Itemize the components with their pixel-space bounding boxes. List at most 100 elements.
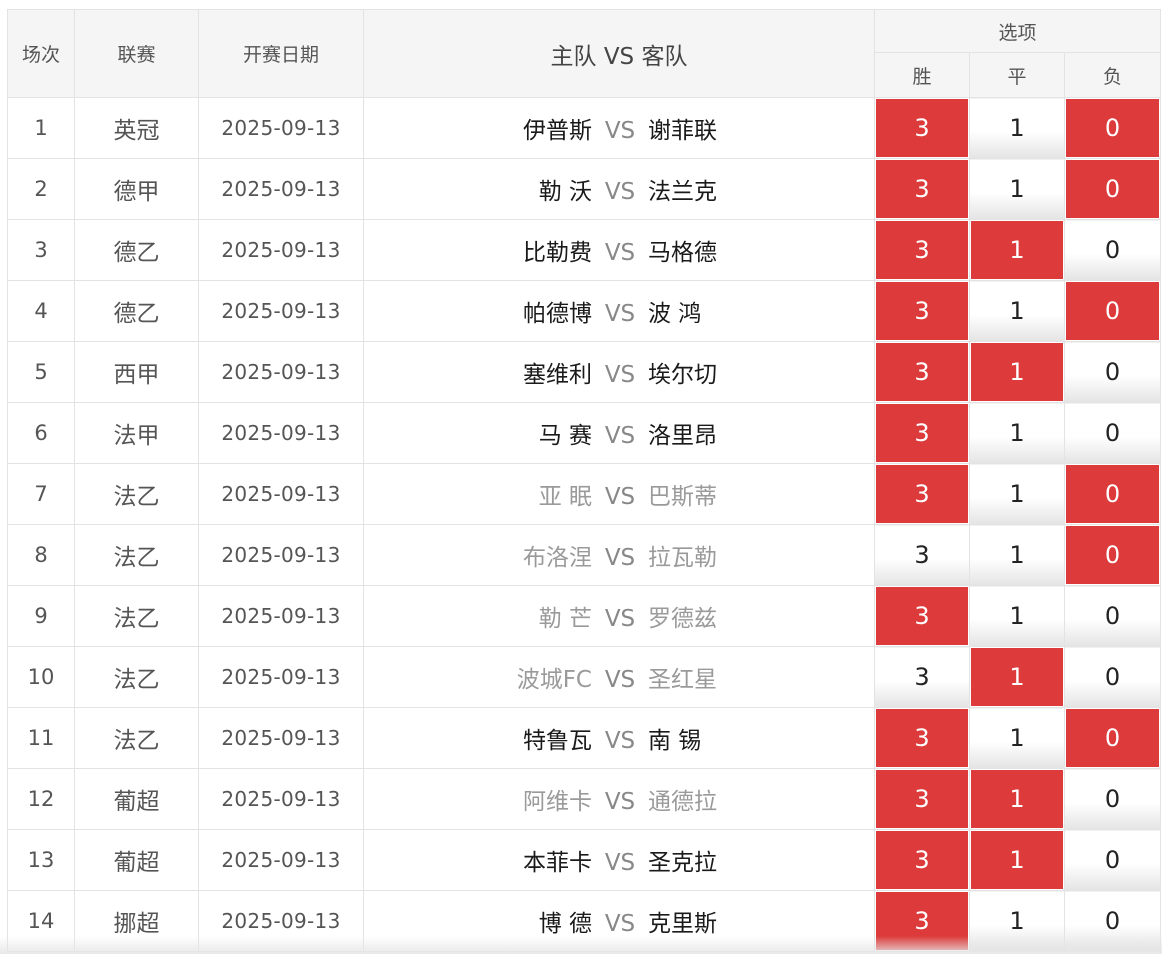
match-cell: 阿维卡 VS 通德拉 bbox=[363, 768, 875, 830]
vs-label: VS bbox=[604, 789, 636, 815]
option-win[interactable]: 3 bbox=[874, 341, 970, 403]
option-draw[interactable]: 1 bbox=[969, 280, 1065, 342]
away-team: 巴斯蒂 bbox=[648, 484, 717, 510]
match-date: 2025-09-13 bbox=[198, 646, 364, 708]
option-lose[interactable]: 0 bbox=[1063, 707, 1162, 769]
option-draw[interactable]: 1 bbox=[969, 829, 1065, 891]
option-win[interactable]: 3 bbox=[874, 97, 970, 159]
league-name: 法乙 bbox=[74, 646, 199, 708]
option-draw[interactable]: 1 bbox=[969, 341, 1065, 403]
option-draw[interactable]: 1 bbox=[969, 402, 1065, 464]
option-lose[interactable]: 0 bbox=[1063, 524, 1162, 586]
match-number: 9 bbox=[7, 585, 75, 647]
league-name: 葡超 bbox=[74, 829, 199, 891]
option-win[interactable]: 3 bbox=[874, 768, 970, 830]
option-lose[interactable]: 0 bbox=[1063, 646, 1162, 708]
option-draw[interactable]: 1 bbox=[969, 707, 1065, 769]
away-team: 洛里昂 bbox=[648, 423, 717, 449]
option-lose[interactable]: 0 bbox=[1063, 341, 1162, 403]
home-team: 阿维卡 bbox=[523, 789, 592, 815]
match-date: 2025-09-13 bbox=[198, 402, 364, 464]
vs-label: VS bbox=[604, 118, 636, 144]
option-win[interactable]: 3 bbox=[874, 890, 970, 952]
match-date: 2025-09-13 bbox=[198, 219, 364, 281]
away-team: 波 鸿 bbox=[648, 301, 702, 327]
header-win: 胜 bbox=[874, 52, 970, 98]
vs-label: VS bbox=[604, 179, 636, 205]
option-win[interactable]: 3 bbox=[874, 463, 970, 525]
option-lose[interactable]: 0 bbox=[1063, 97, 1162, 159]
home-team: 塞维利 bbox=[523, 362, 592, 388]
option-lose[interactable]: 0 bbox=[1063, 158, 1162, 220]
option-draw[interactable]: 1 bbox=[969, 158, 1065, 220]
match-cell: 伊普斯 VS 谢菲联 bbox=[363, 97, 875, 159]
vs-label: VS bbox=[604, 301, 636, 327]
away-team: 法兰克 bbox=[648, 179, 717, 205]
option-draw[interactable]: 1 bbox=[969, 585, 1065, 647]
away-team: 拉瓦勒 bbox=[648, 545, 717, 571]
option-lose[interactable]: 0 bbox=[1063, 829, 1162, 891]
league-name: 法乙 bbox=[74, 585, 199, 647]
table-body: 1 英冠 2025-09-13 伊普斯 VS 谢菲联 3 1 0 2 德甲 2025-09-13 勒 沃… bbox=[7, 97, 1162, 952]
option-lose[interactable]: 0 bbox=[1063, 585, 1162, 647]
option-draw[interactable]: 1 bbox=[969, 768, 1065, 830]
option-draw[interactable]: 1 bbox=[969, 890, 1065, 952]
match-date: 2025-09-13 bbox=[198, 890, 364, 952]
table-row: 8 法乙 2025-09-13 布洛涅 VS 拉瓦勒 3 1 0 bbox=[7, 524, 1162, 586]
option-win[interactable]: 3 bbox=[874, 158, 970, 220]
option-lose[interactable]: 0 bbox=[1063, 890, 1162, 952]
vs-label: VS bbox=[604, 606, 636, 632]
match-cell: 马 赛 VS 洛里昂 bbox=[363, 402, 875, 464]
table-row: 3 德乙 2025-09-13 比勒费 VS 马格德 3 1 0 bbox=[7, 219, 1162, 281]
match-date: 2025-09-13 bbox=[198, 585, 364, 647]
option-win[interactable]: 3 bbox=[874, 402, 970, 464]
table-row: 1 英冠 2025-09-13 伊普斯 VS 谢菲联 3 1 0 bbox=[7, 97, 1162, 159]
table-header: 场次 联赛 开赛日期 主队 VS 客队 选项 胜 平 负 bbox=[7, 9, 1162, 98]
match-date: 2025-09-13 bbox=[198, 463, 364, 525]
option-lose[interactable]: 0 bbox=[1063, 280, 1162, 342]
away-team: 罗德兹 bbox=[648, 606, 717, 632]
option-lose[interactable]: 0 bbox=[1063, 402, 1162, 464]
match-date: 2025-09-13 bbox=[198, 707, 364, 769]
option-win[interactable]: 3 bbox=[874, 585, 970, 647]
match-number: 2 bbox=[7, 158, 75, 220]
vs-label: VS bbox=[604, 728, 636, 754]
option-draw[interactable]: 1 bbox=[969, 463, 1065, 525]
option-win[interactable]: 3 bbox=[874, 829, 970, 891]
option-draw[interactable]: 1 bbox=[969, 646, 1065, 708]
option-lose[interactable]: 0 bbox=[1063, 219, 1162, 281]
match-cell: 布洛涅 VS 拉瓦勒 bbox=[363, 524, 875, 586]
option-win[interactable]: 3 bbox=[874, 280, 970, 342]
league-name: 德甲 bbox=[74, 158, 199, 220]
match-number: 5 bbox=[7, 341, 75, 403]
option-win[interactable]: 3 bbox=[874, 524, 970, 586]
option-draw[interactable]: 1 bbox=[969, 524, 1065, 586]
option-lose[interactable]: 0 bbox=[1063, 463, 1162, 525]
away-team: 通德拉 bbox=[648, 789, 717, 815]
option-draw[interactable]: 1 bbox=[969, 97, 1065, 159]
league-name: 西甲 bbox=[74, 341, 199, 403]
option-win[interactable]: 3 bbox=[874, 219, 970, 281]
home-team: 马 赛 bbox=[538, 423, 592, 449]
header-num: 场次 bbox=[7, 9, 75, 98]
league-name: 法乙 bbox=[74, 524, 199, 586]
match-number: 7 bbox=[7, 463, 75, 525]
option-win[interactable]: 3 bbox=[874, 646, 970, 708]
vs-label: VS bbox=[604, 911, 636, 937]
vs-label: VS bbox=[604, 362, 636, 388]
table-row: 10 法乙 2025-09-13 波城FC VS 圣红星 3 1 0 bbox=[7, 646, 1162, 708]
league-name: 英冠 bbox=[74, 97, 199, 159]
match-number: 8 bbox=[7, 524, 75, 586]
home-team: 伊普斯 bbox=[523, 118, 592, 144]
home-team: 比勒费 bbox=[523, 240, 592, 266]
option-draw[interactable]: 1 bbox=[969, 219, 1065, 281]
option-win[interactable]: 3 bbox=[874, 707, 970, 769]
away-team: 克里斯 bbox=[648, 911, 717, 937]
match-number: 11 bbox=[7, 707, 75, 769]
header-options: 选项 bbox=[873, 9, 1162, 53]
option-lose[interactable]: 0 bbox=[1063, 768, 1162, 830]
match-cell: 塞维利 VS 埃尔切 bbox=[363, 341, 875, 403]
table-row: 4 德乙 2025-09-13 帕德博 VS 波 鸿 310 bbox=[7, 280, 1162, 342]
league-name: 法甲 bbox=[74, 402, 199, 464]
match-number: 13 bbox=[7, 829, 75, 891]
